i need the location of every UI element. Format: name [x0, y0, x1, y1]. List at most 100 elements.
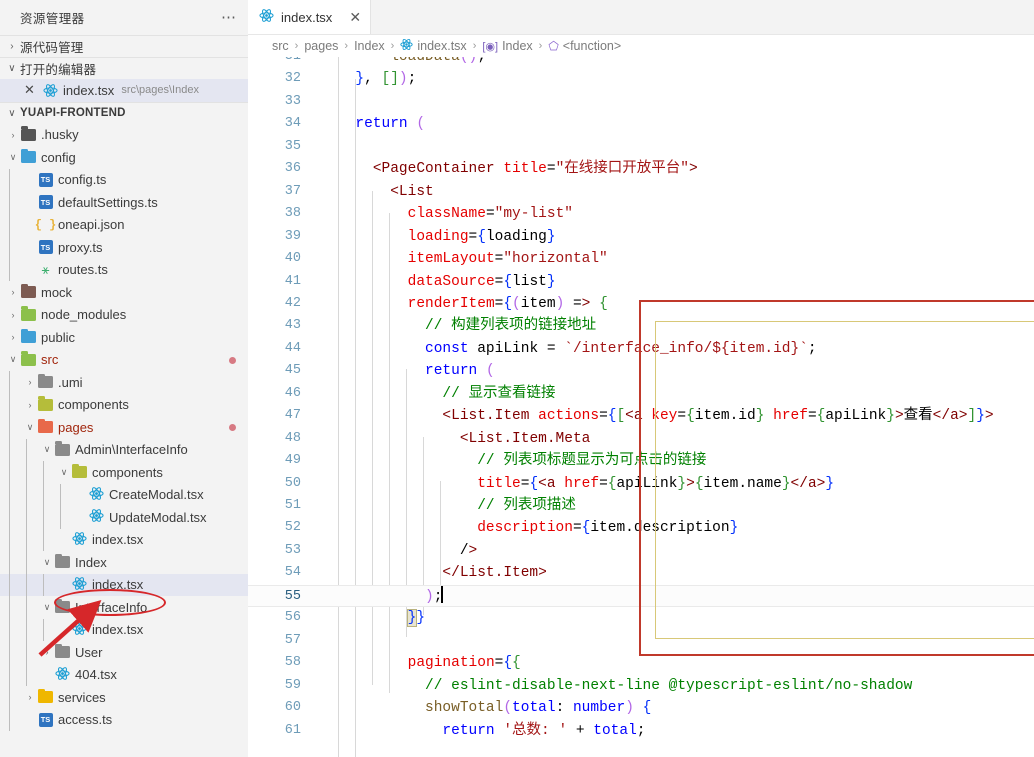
tree-item[interactable]: ∨ src — [0, 349, 248, 372]
tree-item[interactable]: › node_modules — [0, 304, 248, 327]
chevron-down-icon[interactable]: ∨ — [40, 444, 54, 455]
code-line[interactable]: 49 // 列表项标题显示为可点击的链接 — [248, 450, 1034, 472]
tree-item[interactable]: › User — [0, 641, 248, 664]
code-line[interactable]: 44 const apiLink = `/interface_info/${it… — [248, 338, 1034, 360]
code-line[interactable]: 53 /> — [248, 540, 1034, 562]
tab-index-tsx[interactable]: index.tsx ✕ — [248, 0, 372, 34]
tree-item[interactable]: index.tsx — [0, 573, 248, 596]
code-line[interactable]: 41 dataSource={list} — [248, 271, 1034, 293]
chevron-right-icon[interactable]: › — [6, 287, 20, 297]
breadcrumb-item[interactable]: index.tsx — [400, 38, 467, 54]
breadcrumb-item[interactable]: pages — [304, 39, 338, 53]
chevron-down-icon[interactable]: ∨ — [6, 152, 20, 163]
tree-item-label: Index — [75, 554, 107, 570]
folder-icon — [38, 688, 53, 704]
ellipsis-icon[interactable]: ⋯ — [216, 7, 242, 29]
section-open-editors[interactable]: ∨ 打开的编辑器 — [0, 57, 248, 79]
chevron-right-icon[interactable]: › — [6, 130, 20, 140]
open-editor-item-index-tsx[interactable]: ✕ index.tsx src\pages\Index — [0, 79, 248, 102]
line-number: 37 — [284, 183, 301, 199]
tree-item[interactable]: UpdateModal.tsx — [0, 506, 248, 529]
tree-item[interactable]: { } oneapi.json — [0, 213, 248, 236]
tree-item-label: components — [58, 397, 129, 413]
tree-item[interactable]: › public — [0, 326, 248, 349]
chevron-right-icon[interactable]: › — [40, 647, 54, 657]
chevron-right-icon[interactable]: › — [23, 377, 37, 387]
tree-item[interactable]: ∨ config — [0, 146, 248, 169]
chevron-down-icon[interactable]: ∨ — [40, 557, 54, 568]
code-line[interactable]: 58 pagination={{ — [248, 652, 1034, 674]
line-number: 46 — [284, 385, 301, 401]
code-line[interactable]: 54 </List.Item> — [248, 562, 1034, 584]
tree-item[interactable]: ∨ pages — [0, 416, 248, 439]
tree-item[interactable]: TS defaultSettings.ts — [0, 191, 248, 214]
tree-item[interactable]: ∨ InterfaceInfo — [0, 596, 248, 619]
code-line[interactable]: 32 }, []); — [248, 68, 1034, 90]
tree-item-label: Admin\InterfaceInfo — [75, 442, 188, 458]
code-line[interactable]: 43 // 构建列表项的链接地址 — [248, 315, 1034, 337]
tree-item[interactable]: › mock — [0, 281, 248, 304]
breadcrumb-item[interactable]: [◉] Index — [482, 39, 532, 53]
breadcrumb-item[interactable]: src — [272, 39, 289, 53]
code-editor[interactable]: 31 loadData();32 }, []);3334 return (353… — [248, 57, 1034, 757]
tree-item[interactable]: › .husky — [0, 124, 248, 147]
code-line[interactable]: 34 return ( — [248, 113, 1034, 135]
breadcrumb-item[interactable]: ⬠ <function> — [548, 39, 621, 53]
code-line[interactable]: 31 loadData(); — [248, 57, 1034, 68]
tree-item-label: index.tsx — [92, 577, 144, 593]
chevron-right-icon[interactable]: › — [23, 400, 37, 410]
tree-item-label: UpdateModal.tsx — [109, 509, 207, 525]
tree-item[interactable]: ∨ Admin\InterfaceInfo — [0, 438, 248, 461]
breadcrumb-separator: › — [538, 40, 543, 52]
tree-item[interactable]: › .umi — [0, 371, 248, 394]
tree-item[interactable]: 404.tsx — [0, 663, 248, 686]
code-line[interactable]: 36 <PageContainer title="在线接口开放平台"> — [248, 158, 1034, 180]
tree-item[interactable]: TS config.ts — [0, 168, 248, 191]
tree-item[interactable]: CreateModal.tsx — [0, 483, 248, 506]
code-line[interactable]: 55 ); — [248, 584, 1034, 608]
code-line[interactable]: 57 — [248, 630, 1034, 652]
code-line[interactable]: 50 title={<a href={apiLink}>{item.name}<… — [248, 473, 1034, 495]
tree-item[interactable]: › components — [0, 393, 248, 416]
chevron-down-icon[interactable]: ∨ — [57, 467, 71, 478]
chevron-down-icon[interactable]: ∨ — [6, 354, 20, 365]
tree-item[interactable]: TS proxy.ts — [0, 236, 248, 259]
code-line[interactable]: 46 // 显示查看链接 — [248, 383, 1034, 405]
tree-item[interactable]: › services — [0, 686, 248, 709]
tree-item-label: .umi — [58, 374, 83, 390]
tree-item[interactable]: ∨ components — [0, 461, 248, 484]
code-line[interactable]: 59 // eslint-disable-next-line @typescri… — [248, 675, 1034, 697]
tree-item[interactable]: ∨ Index — [0, 551, 248, 574]
code-line[interactable]: 47 <List.Item actions={[<a key={item.id}… — [248, 405, 1034, 427]
chevron-right-icon[interactable]: › — [23, 692, 37, 702]
code-line[interactable]: 40 itemLayout="horizontal" — [248, 248, 1034, 270]
section-project-root[interactable]: ∨ YUAPI-FRONTEND — [0, 101, 248, 124]
code-line[interactable]: 48 <List.Item.Meta — [248, 428, 1034, 450]
code-line[interactable]: 60 showTotal(total: number) { — [248, 697, 1034, 719]
close-icon[interactable]: ✕ — [349, 10, 361, 24]
section-source-control[interactable]: › 源代码管理 — [0, 35, 248, 57]
tree-item[interactable]: ⚹ routes.ts — [0, 258, 248, 281]
code-line[interactable]: 35 — [248, 136, 1034, 158]
code-line[interactable]: 56 }} — [248, 607, 1034, 629]
code-line[interactable]: 42 renderItem={(item) => { — [248, 293, 1034, 315]
chevron-down-icon[interactable]: ∨ — [23, 422, 37, 433]
close-icon[interactable]: ✕ — [24, 82, 42, 98]
code-line[interactable]: 61 return '总数: ' + total; — [248, 720, 1034, 742]
tree-item[interactable]: index.tsx — [0, 618, 248, 641]
code-line[interactable]: 51 // 列表项描述 — [248, 495, 1034, 517]
chevron-right-icon[interactable]: › — [6, 332, 20, 342]
tree-item[interactable]: index.tsx — [0, 528, 248, 551]
breadcrumb-item[interactable]: Index — [354, 39, 385, 53]
chevron-down-icon[interactable]: ∨ — [40, 602, 54, 613]
chevron-right-icon[interactable]: › — [6, 310, 20, 320]
code-line[interactable]: 39 loading={loading} — [248, 226, 1034, 248]
tree-item[interactable]: TS access.ts — [0, 708, 248, 731]
line-number: 36 — [284, 161, 301, 177]
code-line[interactable]: 38 className="my-list" — [248, 203, 1034, 225]
code-line[interactable]: 52 description={item.description} — [248, 517, 1034, 539]
code-line[interactable]: 37 <List — [248, 181, 1034, 203]
line-text: // 列表项标题显示为可点击的链接 — [477, 453, 707, 470]
code-line[interactable]: 45 return ( — [248, 360, 1034, 382]
code-line[interactable]: 33 — [248, 91, 1034, 113]
